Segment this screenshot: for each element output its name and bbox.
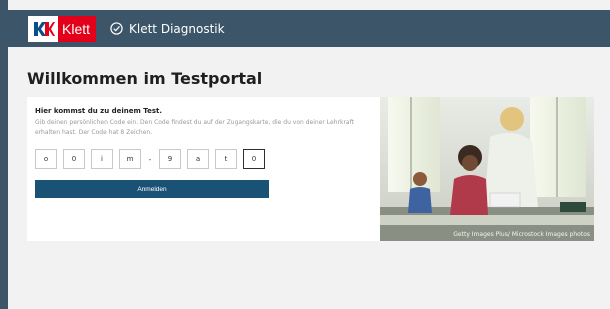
app-title: Klett Diagnostik (110, 22, 225, 36)
app-title-text: Klett Diagnostik (129, 21, 225, 36)
klett-logo-icon (28, 15, 58, 42)
top-header: Klett Klett Diagnostik (8, 10, 610, 47)
page-title: Willkommen im Testportal (27, 69, 263, 88)
left-rail (0, 0, 8, 309)
klett-logo[interactable]: Klett (28, 15, 97, 42)
code-char-1[interactable]: o (35, 149, 57, 169)
code-char-4[interactable]: m (119, 149, 141, 169)
check-circle-icon (110, 22, 123, 35)
photo-credit: Getty Images Plus/ Microstock Images pho… (453, 231, 590, 238)
code-char-8[interactable]: 0 (243, 149, 265, 169)
code-char-3[interactable]: i (91, 149, 113, 169)
classroom-photo: Getty Images Plus/ Microstock Images pho… (380, 97, 594, 241)
code-char-7[interactable]: t (215, 149, 237, 169)
login-description: Gib deinen persönlichen Code ein. Den Co… (35, 119, 354, 136)
code-char-6[interactable]: a (187, 149, 209, 169)
code-separator: - (148, 154, 152, 164)
code-char-5[interactable]: 9 (159, 149, 181, 169)
logo-text: Klett (62, 20, 91, 37)
code-char-2[interactable]: 0 (63, 149, 85, 169)
classroom-illustration (380, 97, 594, 241)
code-input-row: o 0 i m - 9 a t 0 (35, 149, 271, 169)
login-button[interactable]: Anmelden (35, 180, 269, 198)
login-heading: Hier kommst du zu deinem Test. (35, 107, 163, 115)
login-card: Hier kommst du zu deinem Test. Gib deine… (27, 97, 380, 241)
